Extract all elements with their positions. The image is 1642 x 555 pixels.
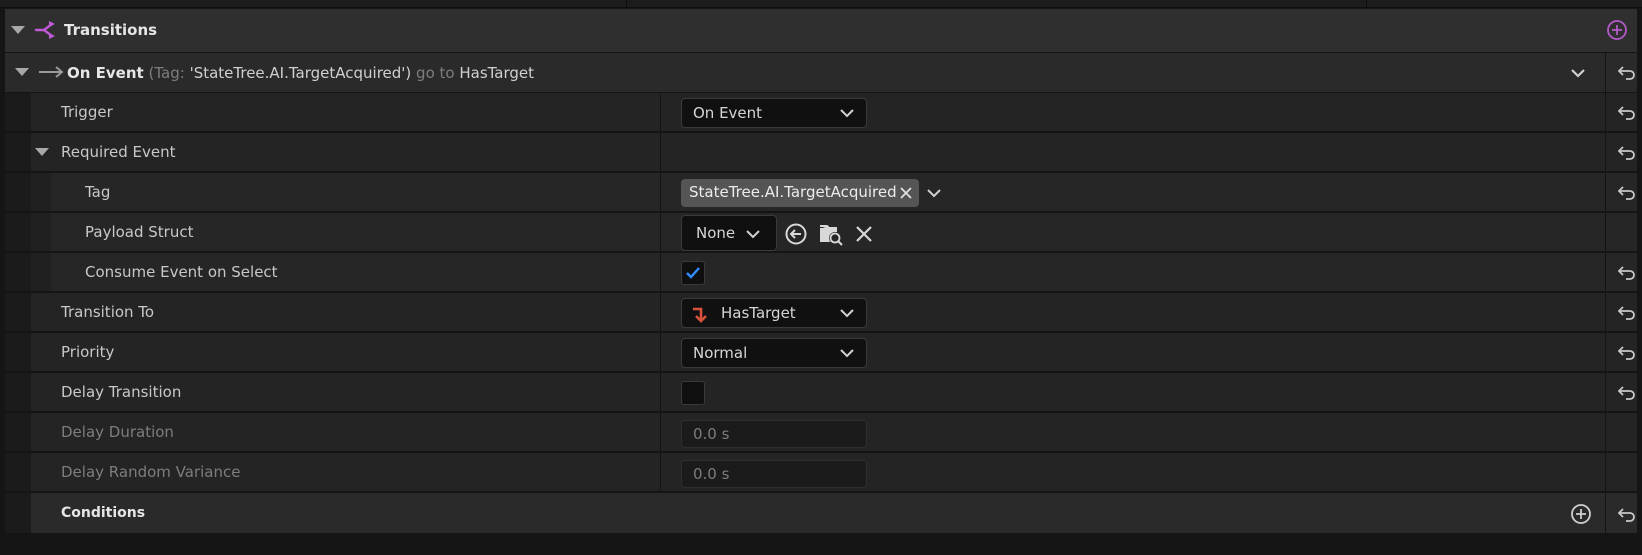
add-condition-icon[interactable] [1570,503,1592,525]
transition-entry-header[interactable]: On Event (Tag: 'StateTree.AI.TargetAcqui… [5,53,1637,93]
reset-to-default-icon[interactable] [1617,103,1637,121]
payload-struct-label: Payload Struct [85,223,194,241]
priority-label: Priority [61,343,115,361]
priority-dropdown[interactable]: Normal [681,338,867,368]
tag-chip-text: StateTree.AI.TargetAcquired [689,183,897,201]
trigger-value: On Event [693,104,763,122]
gameplay-tag-chip[interactable]: StateTree.AI.TargetAcquired [681,179,919,207]
collapse-arrow-icon[interactable] [35,148,49,156]
close-icon[interactable] [900,187,912,199]
delay-random-variance-row: Delay Random Variance 0.0 s [5,453,1637,492]
tag-row: Tag StateTree.AI.TargetAcquired [5,173,1637,212]
conditions-label: Conditions [61,505,146,521]
chevron-down-icon [840,309,854,318]
transition-arrow-icon [693,307,707,323]
reset-to-default-icon[interactable] [1617,505,1637,523]
priority-value: Normal [693,344,748,362]
use-selected-icon[interactable] [784,222,808,246]
delay-duration-label: Delay Duration [61,423,174,441]
reset-to-default-icon[interactable] [1617,383,1637,401]
browse-icon[interactable] [818,222,844,246]
conditions-row: Conditions [5,493,1637,534]
target-state: HasTarget [459,64,535,82]
delay-transition-label: Delay Transition [61,383,182,401]
expand-arrow-icon[interactable] [15,68,29,76]
tag-value: 'StateTree.AI.TargetAcquired') [184,64,412,82]
transition-to-dropdown[interactable]: HasTarget [681,298,867,328]
reset-to-default-icon[interactable] [1617,263,1637,281]
reset-to-default-icon[interactable] [1617,143,1637,161]
delay-transition-row: Delay Transition [5,373,1637,412]
transitions-icon [34,21,55,39]
delay-transition-checkbox[interactable] [681,381,705,405]
go-to-text: go to [411,64,460,82]
delay-random-variance-input: 0.0 s [681,460,867,488]
consume-event-label: Consume Event on Select [85,263,278,281]
chevron-down-icon[interactable] [927,188,941,198]
delay-random-variance-label: Delay Random Variance [61,463,241,481]
required-event-label: Required Event [61,143,176,161]
transition-to-value: HasTarget [721,304,796,322]
collapse-arrow-icon[interactable] [11,26,25,34]
arrow-right-icon [39,66,64,78]
top-strip [0,0,1642,8]
reset-to-default-icon[interactable] [1617,343,1637,361]
payload-struct-dropdown[interactable]: None [681,215,777,251]
tag-label: Tag [85,183,111,201]
chevron-down-icon [746,230,760,239]
consume-event-checkbox[interactable] [681,261,705,285]
payload-struct-row: Payload Struct None [5,213,1637,252]
chevron-down-icon [840,349,854,358]
transition-trigger-text: On Event [67,64,144,82]
reset-to-default-icon[interactable] [1617,183,1637,201]
delay-duration-value: 0.0 s [693,425,730,443]
add-transition-icon[interactable] [1606,19,1628,41]
trigger-label: Trigger [61,103,113,121]
delay-duration-row: Delay Duration 0.0 s [5,413,1637,452]
payload-struct-value: None [696,224,736,242]
trigger-dropdown[interactable]: On Event [681,98,867,128]
transition-to-row: Transition To HasTarget [5,293,1637,332]
tag-key: Tag: [154,64,185,82]
delay-random-variance-value: 0.0 s [693,465,730,483]
clear-icon[interactable] [855,225,873,243]
chevron-down-icon [840,109,854,118]
transition-summary: On Event (Tag: 'StateTree.AI.TargetAcqui… [67,64,534,82]
delay-duration-input: 0.0 s [681,420,867,448]
priority-row: Priority Normal [5,333,1637,372]
reset-to-default-icon[interactable] [1617,63,1637,81]
required-event-row[interactable]: Required Event [5,133,1637,172]
transitions-section-header[interactable]: Transitions [5,9,1637,53]
trigger-row: Trigger On Event [5,93,1637,132]
transition-to-label: Transition To [61,303,155,321]
chevron-down-icon[interactable] [1570,67,1586,79]
section-title: Transitions [64,21,158,39]
consume-event-row: Consume Event on Select [5,253,1637,292]
checkmark-icon [686,267,700,279]
reset-to-default-icon[interactable] [1617,303,1637,321]
